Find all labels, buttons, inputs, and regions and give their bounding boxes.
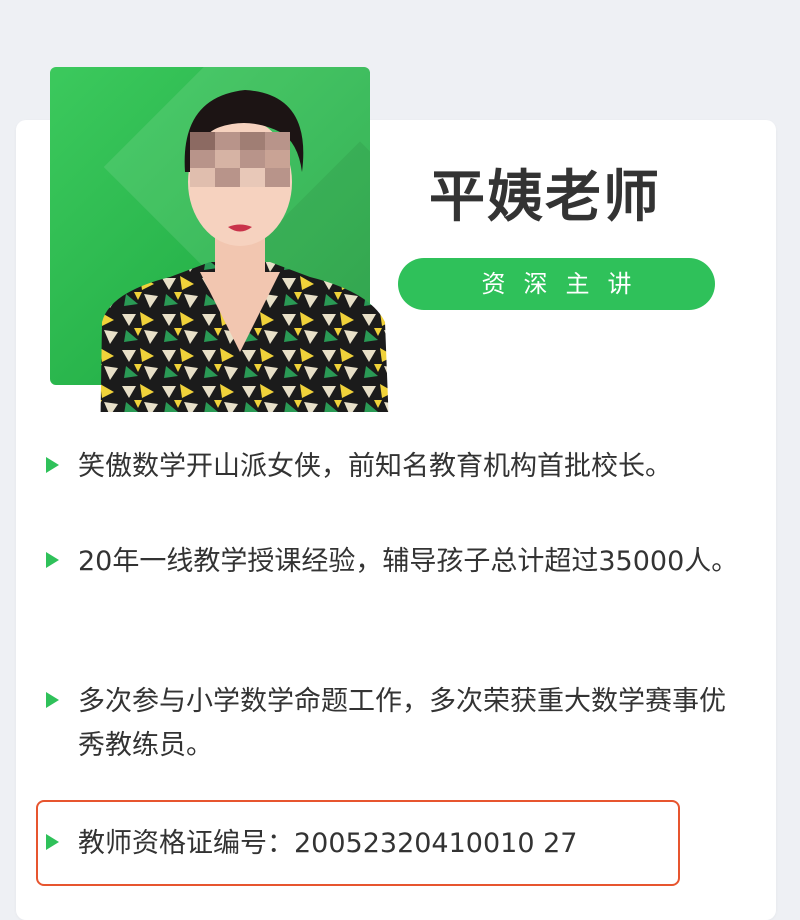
green-triangle-icon [46, 457, 59, 473]
green-triangle-icon [46, 692, 59, 708]
teacher-name: 平姨老师 [429, 165, 661, 230]
bullet-item: 笑傲数学开山派女侠，前知名教育机构首批校长。 [46, 445, 746, 489]
green-triangle-icon [46, 552, 59, 568]
certificate-number-item: 教师资格证编号：20052320410010 27 [46, 822, 746, 866]
teacher-photo [50, 67, 389, 412]
bullet-text: 多次参与小学数学命题工作，多次荣获重大数学赛事优秀教练员。 [78, 686, 726, 761]
bullet-text: 笑傲数学开山派女侠，前知名教育机构首批校长。 [78, 451, 672, 482]
bullet-item: 20年一线教学授课经验，辅导孩子总计超过35000人。 [46, 540, 746, 584]
title-badge: 资深主讲 [398, 258, 715, 310]
certificate-number-text: 教师资格证编号：20052320410010 27 [78, 828, 578, 859]
teacher-portrait-illustration [100, 90, 389, 412]
bullet-item: 多次参与小学数学命题工作，多次荣获重大数学赛事优秀教练员。 [46, 680, 746, 768]
bullet-text: 20年一线教学授课经验，辅导孩子总计超过35000人。 [78, 546, 739, 577]
green-triangle-icon [46, 834, 59, 850]
